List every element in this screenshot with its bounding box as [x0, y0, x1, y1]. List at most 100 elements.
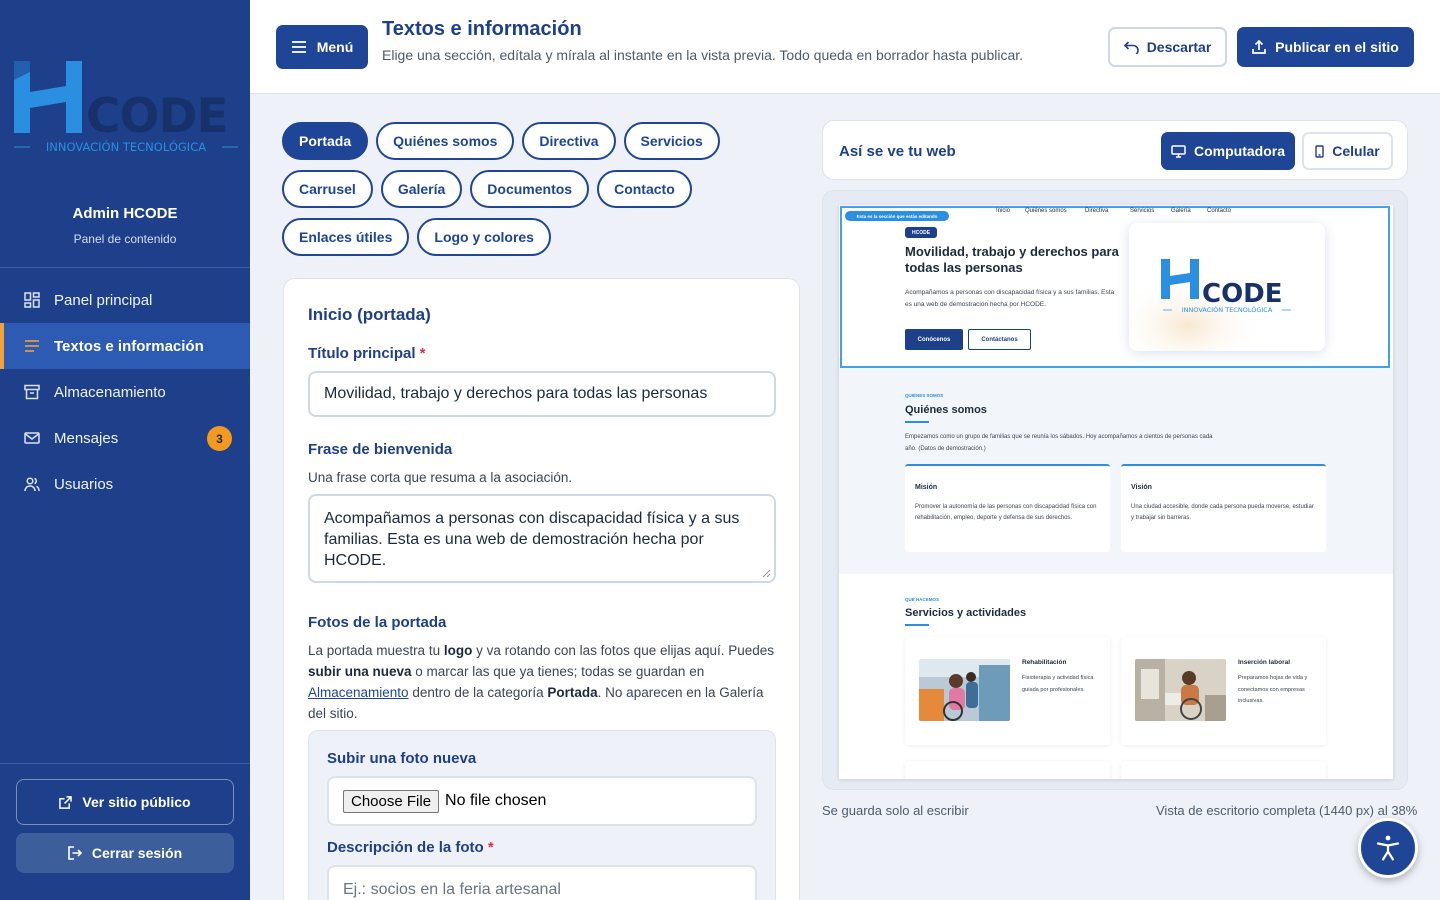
- photos-help: La portada muestra tu logo y va rotando …: [308, 643, 775, 721]
- publish-button[interactable]: Publicar en el sitio: [1237, 27, 1414, 67]
- mini-accent-bar: [905, 421, 929, 423]
- logout-button[interactable]: Cerrar sesión: [16, 833, 234, 873]
- welcome-help: Una frase corta que resuma a la asociaci…: [308, 470, 573, 485]
- sidebar-item-texts[interactable]: Textos e información: [0, 323, 250, 369]
- dashboard-icon: [24, 292, 40, 308]
- tab-contacto[interactable]: Contacto: [597, 170, 692, 208]
- sidebar-item-users[interactable]: Usuarios: [0, 461, 250, 507]
- discard-button[interactable]: Descartar: [1108, 27, 1227, 67]
- file-status: No file chosen: [445, 792, 547, 809]
- svg-text:INNOVACIÓN TECNOLÓGICA: INNOVACIÓN TECNOLÓGICA: [46, 139, 206, 154]
- sidebar-item-panel[interactable]: Panel principal: [0, 277, 250, 323]
- sidebar-item-label: Almacenamiento: [54, 383, 166, 401]
- preview-screen[interactable]: Esta es la sección que estás editando In…: [839, 205, 1393, 779]
- mini-about-eyebrow: QUIÉNES SOMOS: [905, 393, 944, 398]
- desktop-view-button[interactable]: Computadora: [1161, 132, 1295, 170]
- menu-button[interactable]: Menú: [276, 25, 368, 69]
- tab-documentos[interactable]: Documentos: [470, 170, 590, 208]
- photo-description-input[interactable]: Ej.: socios en la feria artesanal: [327, 865, 757, 900]
- mini-hcode-logo: CODE INNOVACIÓN TECNOLÓGICA: [1129, 223, 1325, 351]
- external-link-icon: [59, 795, 73, 809]
- mini-service-card: Inserción laboral Preparamos hojas de vi…: [1121, 637, 1326, 745]
- sidebar-item-label: Textos e información: [54, 337, 204, 355]
- choose-file-button[interactable]: Choose File: [343, 789, 440, 813]
- mini-about-title: Quiénes somos: [905, 404, 987, 416]
- monitor-icon: [1171, 144, 1186, 158]
- tab-servicios[interactable]: Servicios: [623, 122, 720, 160]
- svg-text:CODE: CODE: [86, 89, 228, 144]
- resize-grip-icon[interactable]: [762, 569, 771, 578]
- tab-directiva[interactable]: Directiva: [522, 122, 616, 160]
- mail-icon: [24, 430, 40, 446]
- upload-icon: [1252, 40, 1266, 54]
- editor-card: Inicio (portada) Título principal * Movi…: [283, 278, 800, 900]
- mini-nav-item: Servicios: [1130, 208, 1155, 214]
- sidebar-item-storage[interactable]: Almacenamiento: [0, 369, 250, 415]
- logout-icon: [68, 846, 82, 860]
- welcome-label: Frase de bienvenida: [308, 441, 453, 458]
- welcome-textarea[interactable]: Acompañamos a personas con discapacidad …: [308, 494, 776, 583]
- storage-link[interactable]: Almacenamiento: [308, 685, 409, 700]
- mini-nav-item: Contacto: [1207, 208, 1232, 214]
- mini-service-photo: [919, 659, 1010, 721]
- mini-secondary-button: Contáctanos: [968, 329, 1031, 350]
- sidebar-divider: [0, 267, 250, 268]
- user-name: Admin HCODE: [72, 205, 178, 222]
- required-mark: *: [419, 345, 426, 362]
- sidebar-divider: [0, 763, 250, 764]
- mini-hero-title: Movilidad, trabajo y derechos para todas…: [905, 244, 1119, 275]
- tab-quienes-somos[interactable]: Quiénes somos: [376, 122, 515, 160]
- user-role: Panel de contenido: [73, 232, 177, 246]
- mini-nav-item: Inicio: [996, 208, 1011, 214]
- page-title: Textos e información: [382, 18, 582, 40]
- mini-accent-bar: [905, 624, 929, 626]
- topbar: Menú Textos e información Elige una secc…: [250, 0, 1440, 94]
- mini-hero-pill: HCODE: [905, 227, 937, 238]
- lines-icon: [24, 338, 40, 354]
- accessibility-button[interactable]: [1358, 818, 1418, 878]
- welcome-text: Acompañamos a personas con discapacidad …: [324, 510, 740, 569]
- tab-logo-colores[interactable]: Logo y colores: [417, 218, 551, 256]
- sidebar-item-label: Panel principal: [54, 291, 153, 309]
- undo-icon: [1123, 40, 1139, 54]
- svg-text:CODE: CODE: [1202, 279, 1283, 309]
- mini-service-card: Rehabilitación Fisioterapia y actividad …: [905, 637, 1110, 745]
- upload-panel: Subir una foto nueva Choose File No file…: [308, 730, 776, 900]
- mobile-view-button[interactable]: Celular: [1302, 132, 1393, 170]
- users-icon: [24, 476, 40, 492]
- user-info: Admin HCODE Panel de contenido: [0, 205, 250, 246]
- mini-nav-item: Directiva: [1085, 208, 1109, 214]
- mini-primary-button: Conócenos: [905, 329, 963, 350]
- mini-mission-card: Misión Promover la autonomía de las pers…: [905, 464, 1110, 552]
- file-input[interactable]: Choose File No file chosen: [327, 776, 757, 826]
- section-title: Inicio (portada): [308, 305, 431, 324]
- mini-service-card: [905, 761, 1110, 779]
- messages-badge: 3: [207, 426, 232, 451]
- public-site-button[interactable]: Ver sitio público: [16, 779, 234, 825]
- mini-logo-card: CODE INNOVACIÓN TECNOLÓGICA: [1129, 223, 1325, 351]
- preview-frame: Esta es la sección que estás editando In…: [822, 190, 1408, 790]
- tab-carrusel[interactable]: Carrusel: [282, 170, 373, 208]
- photos-label: Fotos de la portada: [308, 614, 447, 631]
- mini-service-card: [1121, 761, 1326, 779]
- tab-galeria[interactable]: Galería: [380, 170, 463, 208]
- page-subtitle: Elige una sección, edítala y mírala al i…: [382, 47, 1024, 63]
- hcode-logo: CODE INNOVACIÓN TECNOLÓGICA: [14, 61, 238, 154]
- mini-vision-card: Visión Una ciudad accesible, donde cada …: [1121, 464, 1326, 552]
- tab-enlaces-utiles[interactable]: Enlaces útiles: [282, 218, 410, 256]
- hamburger-icon: [291, 41, 306, 53]
- sidebar-item-messages[interactable]: Mensajes 3: [0, 415, 250, 461]
- mini-nav-item: Galería: [1171, 208, 1191, 214]
- title-input[interactable]: Movilidad, trabajo y derechos para todas…: [308, 371, 776, 417]
- upload-label: Subir una foto nueva: [327, 750, 477, 767]
- accessibility-icon: [1376, 835, 1400, 861]
- sidebar: CODE INNOVACIÓN TECNOLÓGICA Admin HCODE …: [0, 0, 250, 900]
- mini-services-eyebrow: QUÉ HACEMOS: [905, 597, 940, 602]
- title-label: Título principal *: [308, 345, 426, 362]
- preview-title: Así se ve tu web: [839, 143, 956, 160]
- mini-nav-item: Quiénes somos: [1025, 208, 1067, 214]
- mini-about-text: Empezamos como un grupo de familias que …: [905, 434, 1213, 452]
- tab-portada[interactable]: Portada: [282, 122, 369, 160]
- autosave-note: Se guarda solo al escribir: [822, 803, 969, 818]
- editing-tag: Esta es la sección que estás editando: [845, 211, 949, 221]
